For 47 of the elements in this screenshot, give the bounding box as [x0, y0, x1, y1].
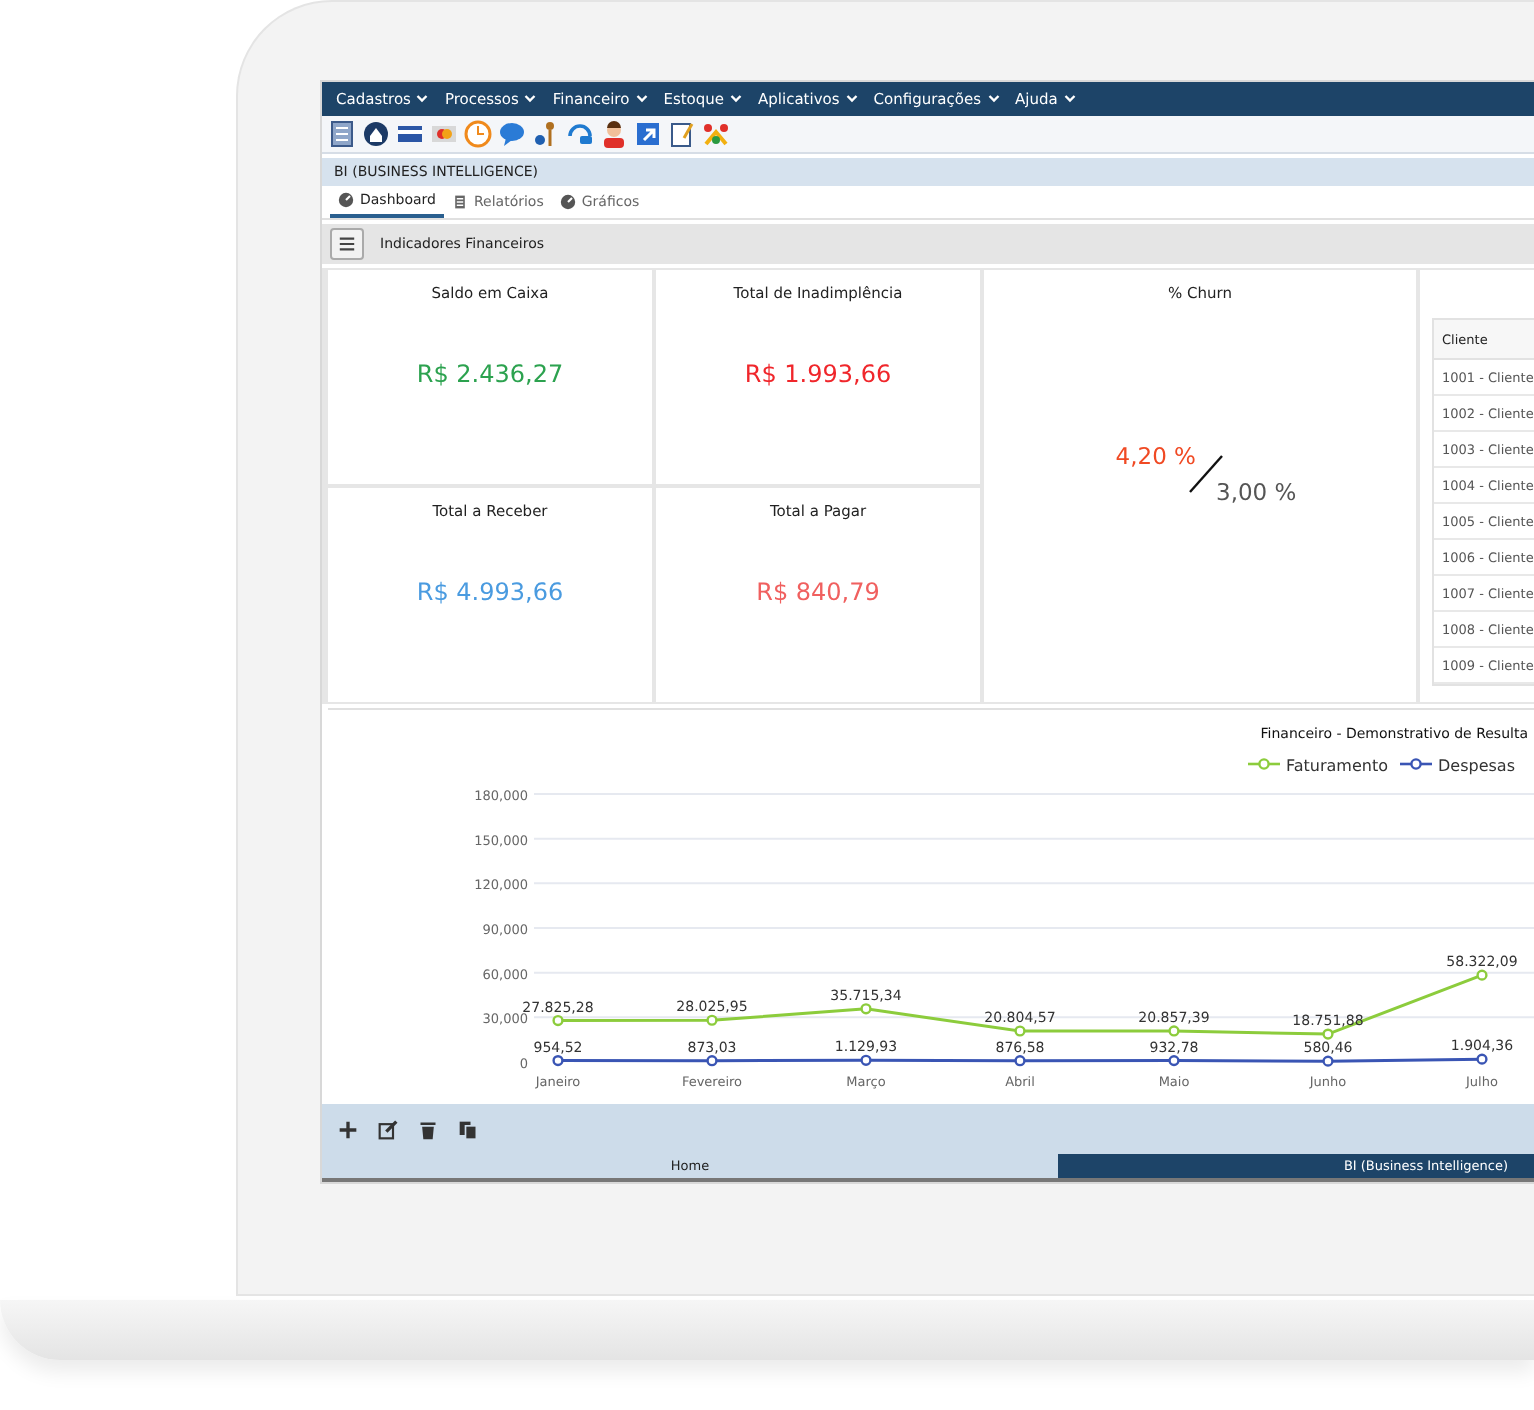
copy-icon[interactable] [458, 1119, 478, 1140]
data-point [1014, 1026, 1026, 1038]
chevron-icon [635, 93, 648, 104]
chevron-icon [730, 93, 743, 104]
data-point [706, 1015, 718, 1027]
chevron-icon [416, 93, 429, 104]
chevron-icon [845, 93, 858, 104]
card-value: R$ 840,79 [756, 578, 880, 607]
chevron-icon [1063, 93, 1076, 104]
data-point [1322, 1056, 1334, 1068]
legend-item[interactable]: Faturamento [1248, 757, 1388, 776]
data-point [1322, 1029, 1334, 1041]
data-point [1168, 1026, 1180, 1038]
chevron-icon [524, 93, 537, 104]
home-icon[interactable] [362, 119, 390, 148]
add-icon[interactable] [338, 1119, 358, 1140]
data-point [552, 1015, 564, 1028]
data-point [860, 1055, 872, 1067]
trash-icon[interactable] [418, 1119, 438, 1140]
card-value: R$ 2.436,27 [416, 360, 564, 389]
data-point [1168, 1055, 1180, 1068]
document-icon [451, 193, 468, 210]
legend-item[interactable]: Despesas [1400, 757, 1515, 776]
churn-target: 3,00 % [1216, 478, 1297, 507]
chevron-icon [987, 93, 999, 104]
edit-icon[interactable] [378, 1119, 398, 1140]
gauge-icon [559, 193, 576, 210]
legend-label: Despesas [1438, 757, 1515, 776]
data-point [860, 1004, 872, 1016]
shortcut-icon[interactable] [634, 119, 662, 148]
people-icon[interactable] [702, 119, 730, 148]
headset-icon[interactable] [566, 119, 594, 148]
churn-current: 4,20 % [1115, 442, 1196, 471]
document-icon[interactable] [328, 119, 356, 148]
card-value: R$ 4.993,66 [416, 578, 564, 607]
data-point [706, 1056, 718, 1068]
gauge-icon [338, 191, 354, 208]
legend-label: Faturamento [1286, 757, 1389, 776]
clipboard-icon[interactable] [668, 119, 696, 148]
data-point [1476, 970, 1488, 982]
data-point [552, 1055, 564, 1068]
chat-bubble-icon[interactable] [498, 119, 526, 148]
menu-icon [338, 236, 356, 253]
data-point [1014, 1056, 1026, 1068]
menu-button[interactable] [330, 228, 364, 261]
card-value: R$ 1.993,66 [744, 360, 892, 389]
data-point [1476, 1054, 1488, 1066]
